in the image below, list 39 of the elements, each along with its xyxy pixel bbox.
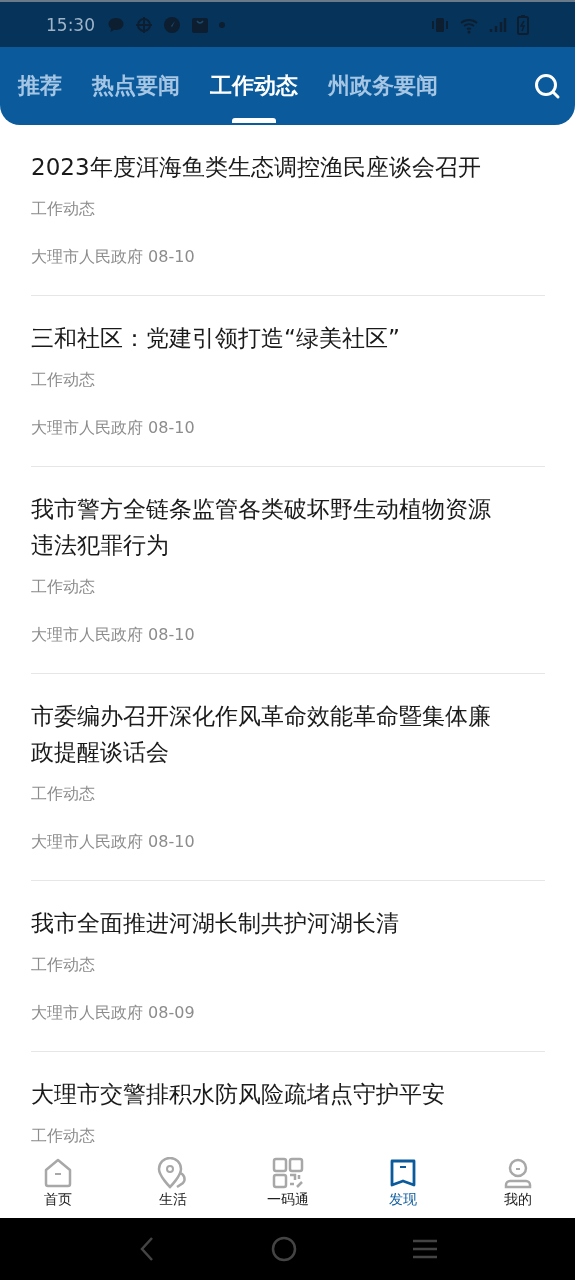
category-tab[interactable]: 推荐 <box>18 47 62 125</box>
nav-item[interactable]: 发现 <box>345 1148 460 1218</box>
menu-icon[interactable] <box>411 1238 438 1260</box>
article-category: 工作动态 <box>31 1125 96 1147</box>
home-circle-icon[interactable] <box>270 1236 297 1262</box>
status-time: 15:30 <box>46 14 95 35</box>
article-source: 大理市人民政府 08-10 <box>31 624 196 646</box>
article-category: 工作动态 <box>31 198 96 220</box>
article-title[interactable]: 三和社区：党建引领打造“绿美社区” <box>31 320 509 356</box>
article-title[interactable]: 我市警方全链条监管各类破坏野生动植物资源违法犯罪行为 <box>31 491 509 563</box>
article-source: 大理市人民政府 08-10 <box>31 417 196 439</box>
nav-item[interactable]: 我的 <box>460 1148 575 1218</box>
nav-item[interactable]: 生活 <box>115 1148 230 1218</box>
article-category: 工作动态 <box>31 783 96 805</box>
article-category: 工作动态 <box>31 954 96 976</box>
compass-icon <box>163 15 181 34</box>
signal-icon <box>489 15 507 34</box>
search-icon[interactable] <box>533 72 561 100</box>
category-tab[interactable]: 州政务要闻 <box>328 47 438 125</box>
vibrate-icon <box>431 15 449 34</box>
dot-icon <box>219 21 225 28</box>
article-source: 大理市人民政府 08-09 <box>31 1002 196 1024</box>
article-title[interactable]: 我市全面推进河湖长制共护河湖长清 <box>31 905 509 941</box>
nav-item[interactable]: 一码通 <box>230 1148 345 1218</box>
battery-icon <box>517 14 529 35</box>
article-category: 工作动态 <box>31 576 96 598</box>
chat-bubble-icon <box>107 15 125 34</box>
article-category: 工作动态 <box>31 369 96 391</box>
article-title[interactable]: 市委编办召开深化作风革命效能革命暨集体廉政提醒谈话会 <box>31 698 509 770</box>
crosshair-icon <box>135 15 153 34</box>
category-tab[interactable]: 工作动态 <box>210 47 298 125</box>
qr-code-icon <box>271 1157 304 1189</box>
article-source: 大理市人民政府 08-10 <box>31 831 196 853</box>
article-source: 大理市人民政府 08-10 <box>31 246 196 268</box>
category-tab[interactable]: 热点要闻 <box>92 47 180 125</box>
bag-icon <box>191 15 209 34</box>
nav-item[interactable]: 首页 <box>0 1148 115 1218</box>
article-title[interactable]: 大理市交警排积水防风险疏堵点守护平安 <box>31 1076 509 1112</box>
article-title[interactable]: 2023年度洱海鱼类生态调控渔民座谈会召开 <box>31 149 509 185</box>
